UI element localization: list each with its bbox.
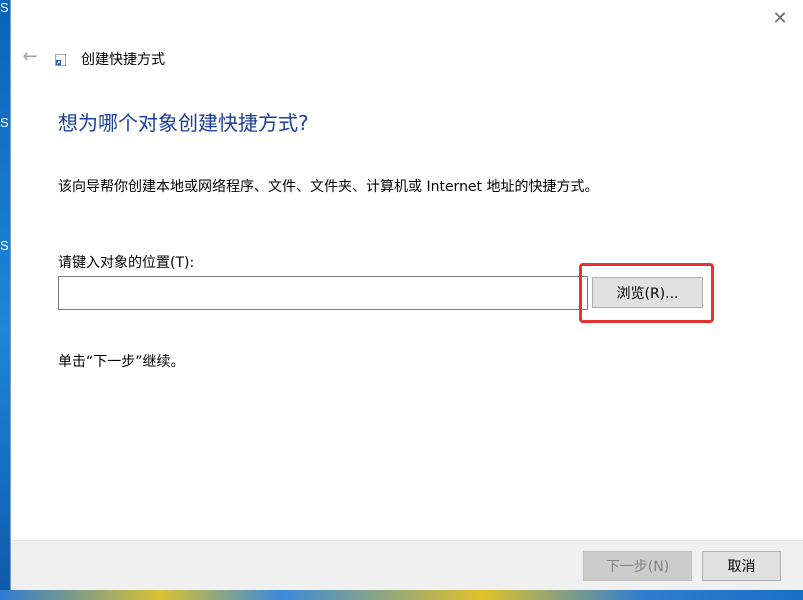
page-heading: 想为哪个对象创建快捷方式? bbox=[58, 111, 309, 135]
create-shortcut-dialog: ✕ ← 创建快捷方式 想为哪个对象创建快捷方式? 该向导帮你创建本地或网络程序、… bbox=[10, 0, 803, 590]
desktop-icon-label: S bbox=[0, 238, 9, 253]
desktop-icon-label: S bbox=[0, 0, 9, 15]
desktop-background bbox=[0, 0, 10, 600]
desktop-icon-label: S bbox=[0, 115, 9, 130]
shortcut-icon bbox=[55, 54, 66, 66]
location-input[interactable] bbox=[58, 276, 588, 310]
next-button[interactable]: 下一步(N) bbox=[583, 551, 692, 581]
hint-text: 单击“下一步”继续。 bbox=[58, 354, 185, 370]
description-text: 该向导帮你创建本地或网络程序、文件、文件夹、计算机或 Internet 地址的快… bbox=[58, 179, 599, 195]
location-label: 请键入对象的位置(T): bbox=[58, 255, 195, 271]
back-arrow-icon: ← bbox=[22, 46, 38, 67]
back-button[interactable]: ← bbox=[19, 46, 41, 68]
close-icon: ✕ bbox=[772, 8, 788, 29]
browse-button[interactable]: 浏览(R)... bbox=[592, 277, 703, 308]
close-button[interactable]: ✕ bbox=[769, 8, 791, 30]
cancel-button[interactable]: 取消 bbox=[702, 551, 781, 581]
dialog-title: 创建快捷方式 bbox=[81, 52, 165, 68]
dialog-footer: 下一步(N) 取消 bbox=[11, 540, 803, 590]
taskbar-edge bbox=[0, 590, 803, 600]
